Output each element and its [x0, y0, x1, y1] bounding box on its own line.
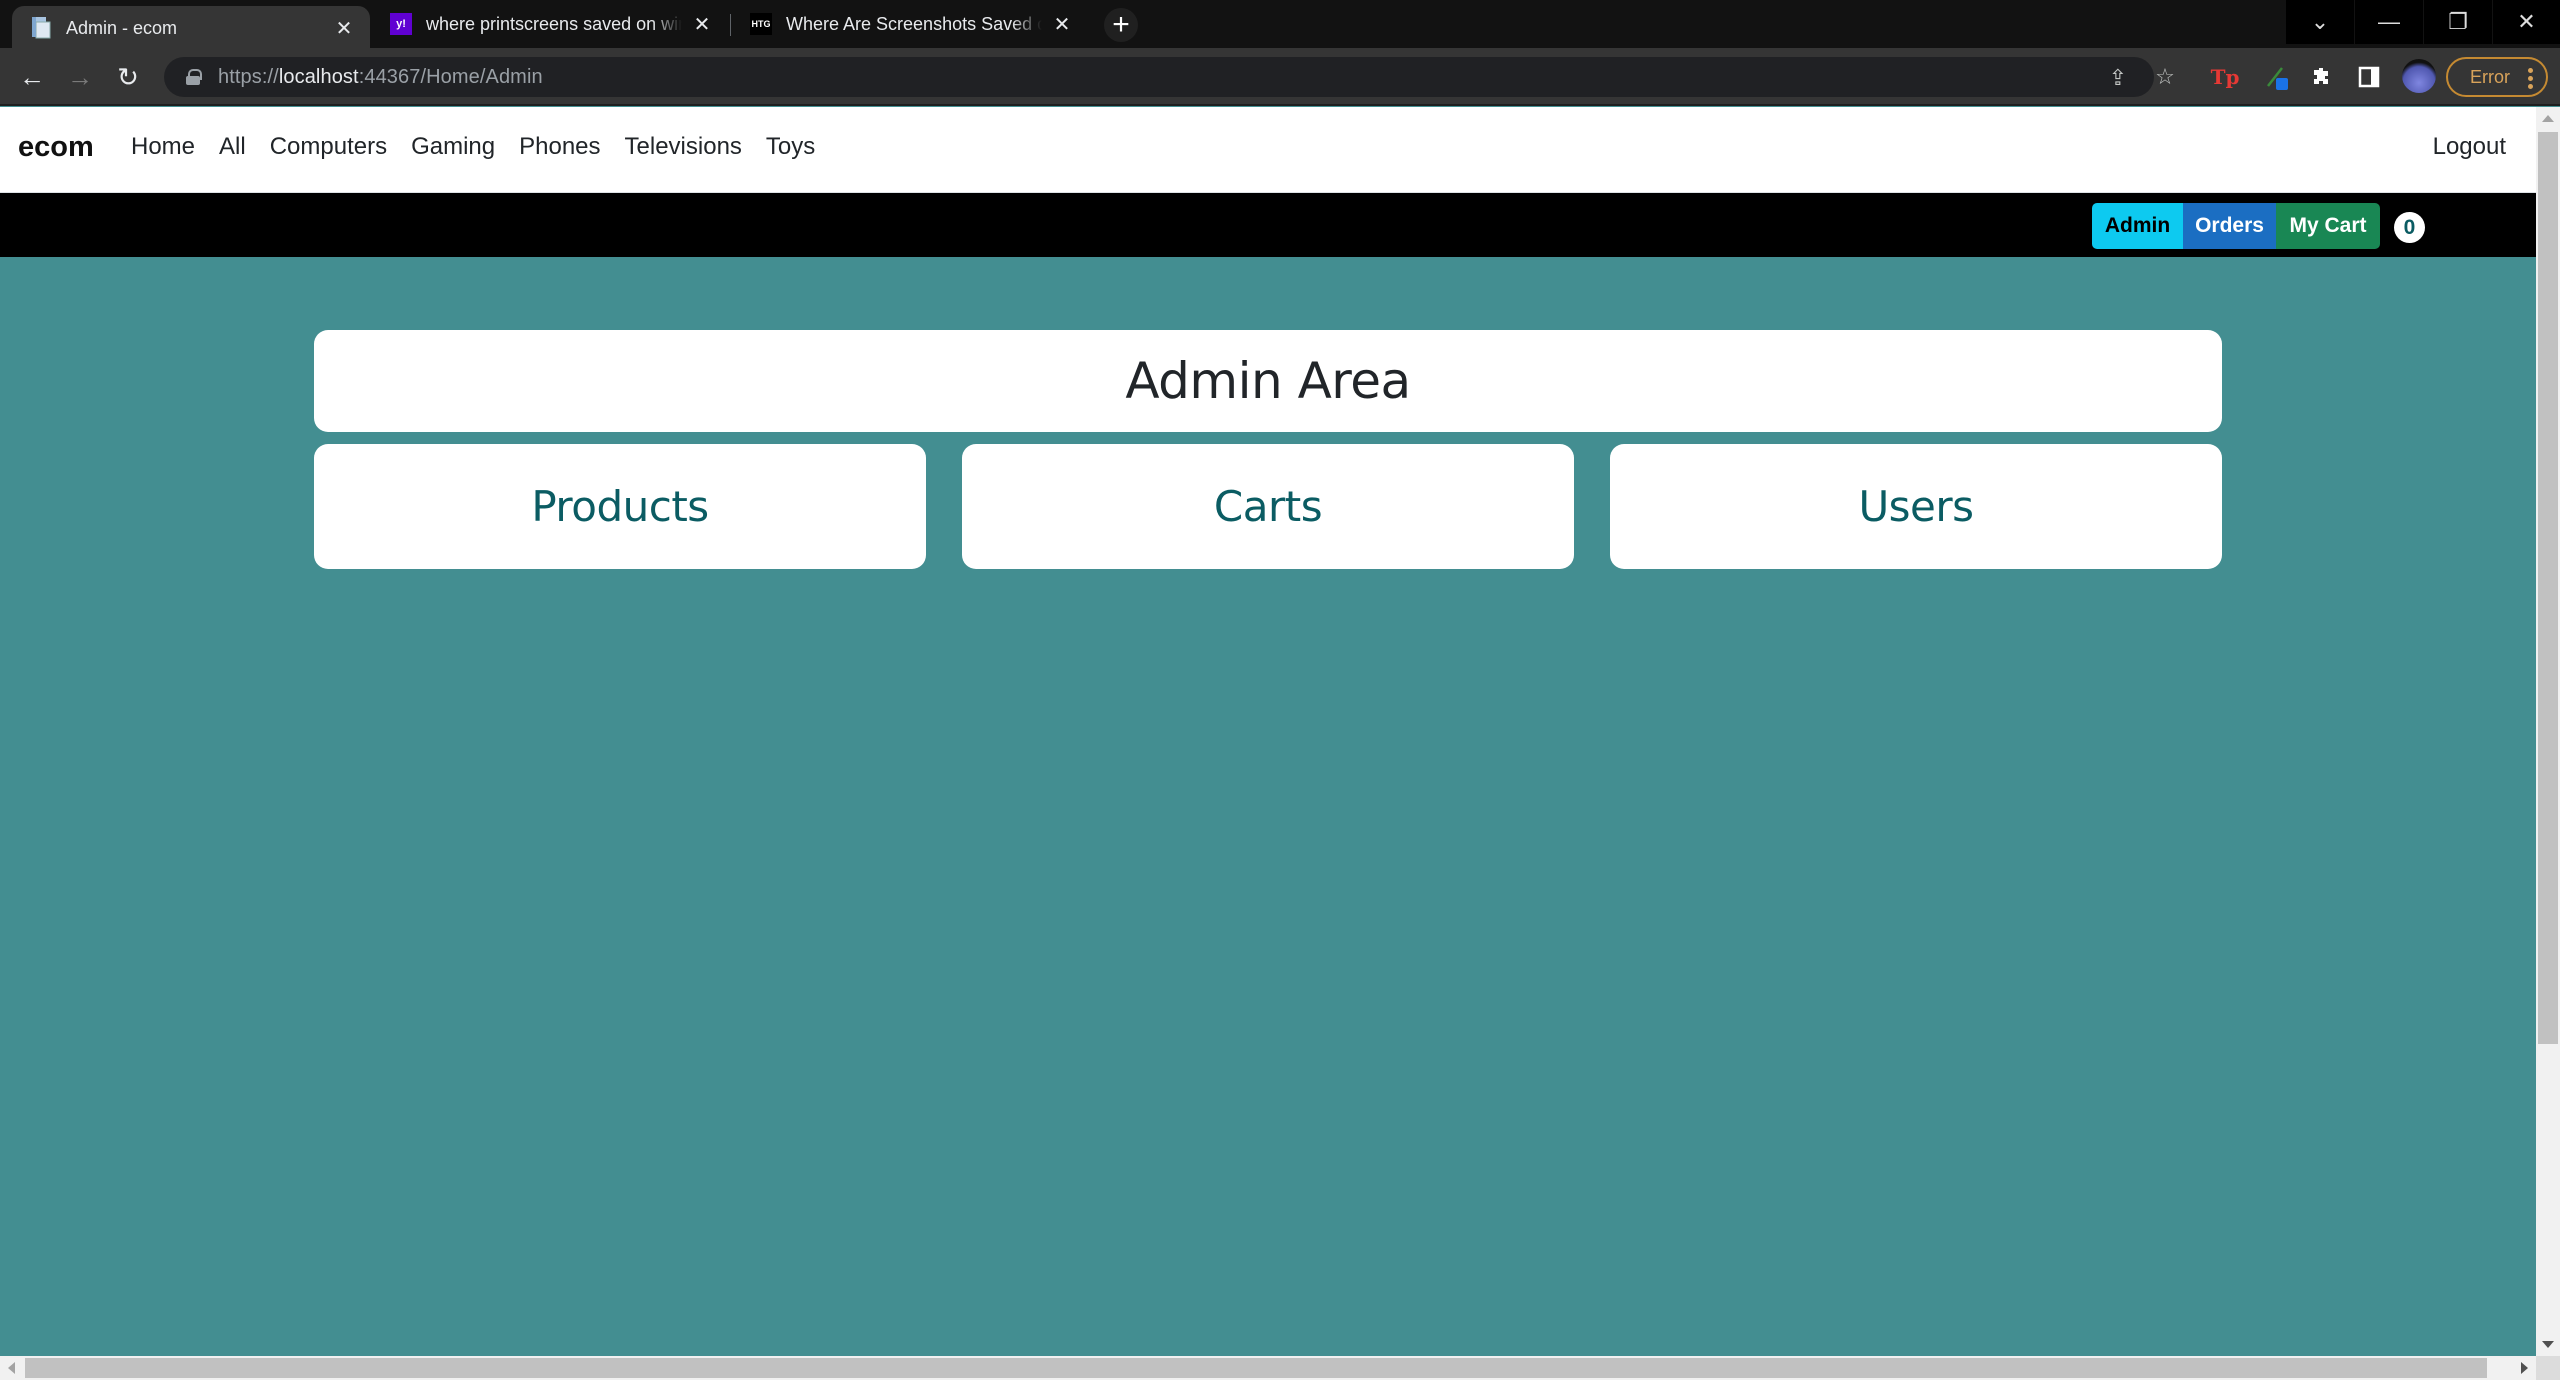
eyedropper-extension-icon[interactable]: [2262, 62, 2292, 92]
admin-title-card: Admin Area: [314, 330, 2222, 432]
admin-button[interactable]: Admin: [2092, 203, 2183, 249]
page-icon: [30, 17, 52, 39]
close-tab-icon[interactable]: ✕: [332, 16, 356, 40]
tab-htg-article[interactable]: HTG Where Are Screenshots Saved on Windo…: [732, 0, 1088, 48]
profile-avatar[interactable]: [2402, 59, 2436, 93]
nav-link-phones[interactable]: Phones: [519, 133, 600, 161]
vertical-scrollbar[interactable]: [2536, 107, 2560, 1356]
horizontal-scroll-thumb[interactable]: [25, 1358, 2487, 1378]
tab-separator: [730, 14, 731, 36]
htg-icon: HTG: [750, 13, 772, 35]
admin-container: Admin Area Products Carts Users: [314, 330, 2222, 569]
page-viewport: ecom Home All Computers Gaming Phones Te…: [0, 107, 2536, 1356]
page-title: Admin Area: [1125, 352, 1411, 410]
tab-yahoo-search[interactable]: y! where printscreens saved on windows ✕: [372, 0, 728, 48]
site-navbar: ecom Home All Computers Gaming Phones Te…: [0, 107, 2536, 193]
error-label: Error: [2470, 66, 2510, 87]
chevron-down-icon: ⌄: [2310, 9, 2330, 34]
bookmark-star-icon[interactable]: ☆: [2152, 64, 2178, 90]
close-tab-icon[interactable]: ✕: [690, 12, 714, 36]
action-button-group: Admin Orders My Cart: [2092, 203, 2380, 249]
minimize-icon: —: [2378, 9, 2400, 34]
side-panel-icon[interactable]: [2354, 62, 2384, 92]
arrow-right-icon: →: [67, 61, 93, 92]
tp-extension-icon[interactable]: Tp: [2210, 62, 2240, 92]
nav-link-televisions[interactable]: Televisions: [625, 133, 742, 161]
users-card-label: Users: [1858, 482, 1974, 531]
tab-strip: Admin - ecom ✕ y! where printscreens sav…: [0, 0, 2560, 50]
cart-count-badge: 0: [2394, 212, 2425, 243]
scroll-down-icon[interactable]: [2542, 1341, 2554, 1348]
arrow-left-icon: ←: [19, 61, 45, 92]
scrollbar-corner: [2536, 1356, 2560, 1380]
restore-icon: ❐: [2448, 9, 2468, 34]
url-text[interactable]: https://localhost:44367/Home/Admin: [218, 66, 543, 89]
reload-icon: ↻: [117, 61, 139, 92]
browser-toolbar: ← → ↻ https://localhost:44367/Home/Admin…: [0, 48, 2560, 106]
profile-error-button[interactable]: Error: [2446, 57, 2548, 97]
restore-button[interactable]: ❐: [2424, 0, 2492, 44]
tab-title: where printscreens saved on windows: [426, 13, 682, 34]
reload-button[interactable]: ↻: [110, 59, 146, 95]
tab-title: Admin - ecom: [66, 17, 178, 38]
products-card-label: Products: [531, 482, 709, 531]
nav-link-toys[interactable]: Toys: [766, 133, 815, 161]
url-path: :44367/Home/Admin: [358, 65, 543, 88]
nav-link-computers[interactable]: Computers: [270, 133, 387, 161]
close-window-button[interactable]: ✕: [2493, 0, 2560, 44]
carts-card-label: Carts: [1213, 482, 1323, 531]
share-icon[interactable]: ⇪: [2105, 65, 2131, 91]
new-tab-button[interactable]: +: [1104, 8, 1138, 42]
tab-search-button[interactable]: ⌄: [2286, 0, 2354, 44]
action-bar: Admin Orders My Cart 0: [0, 193, 2536, 257]
forward-button[interactable]: →: [62, 59, 98, 95]
vertical-scroll-thumb[interactable]: [2538, 132, 2558, 1044]
scroll-right-icon[interactable]: [2521, 1362, 2528, 1374]
logout-link[interactable]: Logout: [2433, 133, 2506, 161]
back-button[interactable]: ←: [14, 59, 50, 95]
url-scheme: https://: [218, 65, 279, 88]
address-bar[interactable]: https://localhost:44367/Home/Admin ⇪: [164, 57, 2154, 97]
horizontal-scrollbar[interactable]: [0, 1356, 2536, 1380]
carts-card[interactable]: Carts: [962, 444, 1574, 569]
nav-link-all[interactable]: All: [219, 133, 246, 161]
more-menu-icon: [2528, 68, 2533, 89]
nav-links: Home All Computers Gaming Phones Televis…: [131, 133, 839, 161]
nav-link-home[interactable]: Home: [131, 133, 195, 161]
admin-card-row: Products Carts Users: [314, 444, 2222, 569]
minimize-button[interactable]: —: [2355, 0, 2423, 44]
orders-button[interactable]: Orders: [2183, 203, 2276, 249]
brand-logo[interactable]: ecom: [18, 131, 94, 164]
browser-window: Admin - ecom ✕ y! where printscreens sav…: [0, 0, 2560, 1380]
extensions-puzzle-icon[interactable]: [2307, 62, 2337, 92]
tab-admin-ecom[interactable]: Admin - ecom ✕: [12, 6, 370, 50]
scroll-up-icon[interactable]: [2542, 115, 2554, 122]
nav-link-gaming[interactable]: Gaming: [411, 133, 495, 161]
users-card[interactable]: Users: [1610, 444, 2222, 569]
close-tab-icon[interactable]: ✕: [1050, 12, 1074, 36]
scroll-left-icon[interactable]: [8, 1362, 15, 1374]
close-icon: ✕: [2517, 9, 2536, 34]
lock-icon: [186, 69, 202, 85]
yahoo-icon: y!: [390, 13, 412, 35]
products-card[interactable]: Products: [314, 444, 926, 569]
tab-title: Where Are Screenshots Saved on Windows: [786, 13, 1042, 34]
my-cart-button[interactable]: My Cart: [2276, 203, 2380, 249]
url-host: localhost: [278, 65, 359, 88]
